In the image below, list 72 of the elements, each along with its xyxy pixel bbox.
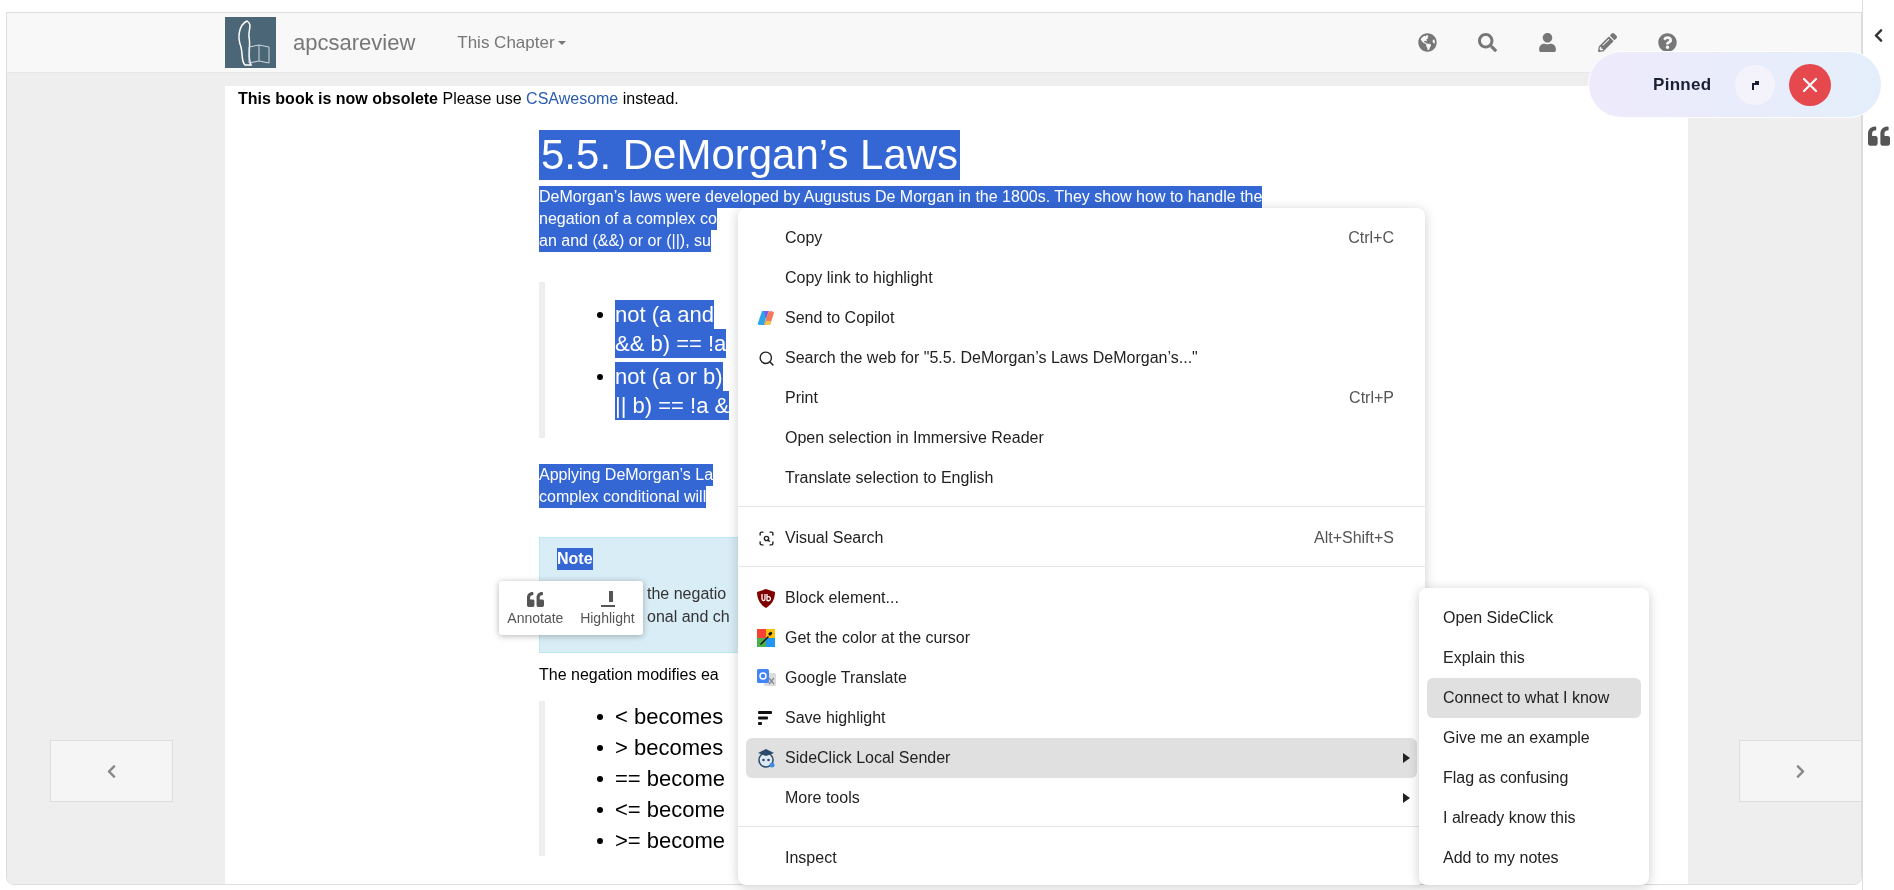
pinned-label: Pinned (1653, 74, 1712, 95)
pin-icon (1750, 79, 1761, 90)
note-line: the negatio (647, 584, 727, 604)
help-icon[interactable] (1658, 32, 1677, 52)
menu-item[interactable]: Search the web for "5.5. DeMorgan’s Laws DeMorgan’s..." (746, 338, 1417, 378)
bullet-text: > becomes (615, 734, 724, 762)
menu-item[interactable]: Google Translate (746, 658, 1417, 698)
shield-icon (757, 588, 775, 608)
bullet-text: == become (615, 765, 726, 793)
copilot-icon (757, 309, 775, 327)
menu-item[interactable]: Connect to what I know (1427, 678, 1641, 718)
menu-item[interactable]: Add to my notes (1427, 838, 1641, 878)
graduation-cap-icon (756, 748, 776, 768)
submenu-arrow-icon (1402, 753, 1410, 763)
submenu-arrow-icon (1402, 793, 1410, 803)
quote-icon[interactable] (1867, 125, 1890, 147)
highlighter-icon (598, 590, 616, 608)
search-icon[interactable] (1478, 32, 1497, 52)
menu-item[interactable]: Explain this (1427, 638, 1641, 678)
paragraph-line: The negation modifies ea (539, 665, 719, 685)
bullet-dot (597, 745, 603, 751)
menu-item[interactable]: Inspect (746, 838, 1417, 878)
menu-item[interactable]: Open selection in Immersive Reader (746, 418, 1417, 458)
close-button[interactable] (1789, 63, 1832, 106)
bullet-text: || b) == !a & (615, 391, 730, 420)
menu-item[interactable]: Open SideClick (1427, 598, 1641, 638)
menu-item[interactable]: Translate selection to English (746, 458, 1417, 498)
menu-item[interactable]: Print Ctrl+P (746, 378, 1417, 418)
visual-search-icon (757, 529, 775, 547)
menu-item[interactable]: Send to Copilot (746, 298, 1417, 338)
bullet-text: not (a and (615, 300, 715, 329)
menu-item[interactable]: I already know this (1427, 798, 1641, 838)
bullet-dot (597, 312, 603, 318)
menu-item[interactable]: Save highlight (746, 698, 1417, 738)
color-picker-icon (757, 629, 775, 647)
note-title: Note (557, 548, 593, 570)
globe-icon[interactable] (1418, 32, 1437, 52)
page-heading: 5.5. DeMorgan’s Laws (539, 130, 961, 180)
menu-item[interactable]: Visual Search Alt+Shift+S (746, 518, 1417, 558)
menu-item[interactable]: Get the color at the cursor (746, 618, 1417, 658)
menu-item[interactable]: More tools (746, 778, 1417, 818)
brand-name[interactable]: apcsareview (293, 29, 416, 56)
menu-item[interactable]: SideClick Local Sender (746, 738, 1417, 778)
translate-icon (756, 669, 776, 687)
menu-item[interactable]: Copy link to highlight (746, 258, 1417, 298)
bullet-dot (597, 838, 603, 844)
menu-item[interactable]: Copy Ctrl+C (746, 218, 1417, 258)
menu-item[interactable]: Flag as confusing (1427, 758, 1641, 798)
menu-item[interactable]: Block element... (746, 578, 1417, 618)
pencil-icon[interactable] (1598, 32, 1617, 52)
caret-icon (557, 38, 566, 47)
book-link[interactable]: CSAwesome (526, 90, 619, 107)
note-line: onal and ch (647, 607, 730, 627)
popup-button[interactable]: Highlight (577, 588, 638, 628)
popup-button[interactable]: Annotate (504, 588, 567, 628)
bullet-text: >= become (615, 827, 726, 855)
bullet-dot (597, 374, 603, 380)
search-icon (757, 349, 775, 367)
bullet-dot (597, 807, 603, 813)
lines-icon (758, 711, 774, 725)
bullet-text: < becomes (615, 703, 724, 731)
bullet-text: <= become (615, 796, 726, 824)
chapter-menu[interactable]: This Chapter (457, 32, 566, 53)
bullet-text: not (a or b) (615, 362, 723, 391)
quote-icon (526, 590, 544, 608)
menu-item[interactable]: Give me an example (1427, 718, 1641, 758)
user-icon[interactable] (1538, 32, 1557, 52)
bullet-dot (597, 776, 603, 782)
bullet-dot (597, 714, 603, 720)
logo-icon[interactable] (225, 17, 276, 68)
bullet-text: && b) == !a (615, 329, 727, 358)
close-icon (1802, 76, 1819, 93)
